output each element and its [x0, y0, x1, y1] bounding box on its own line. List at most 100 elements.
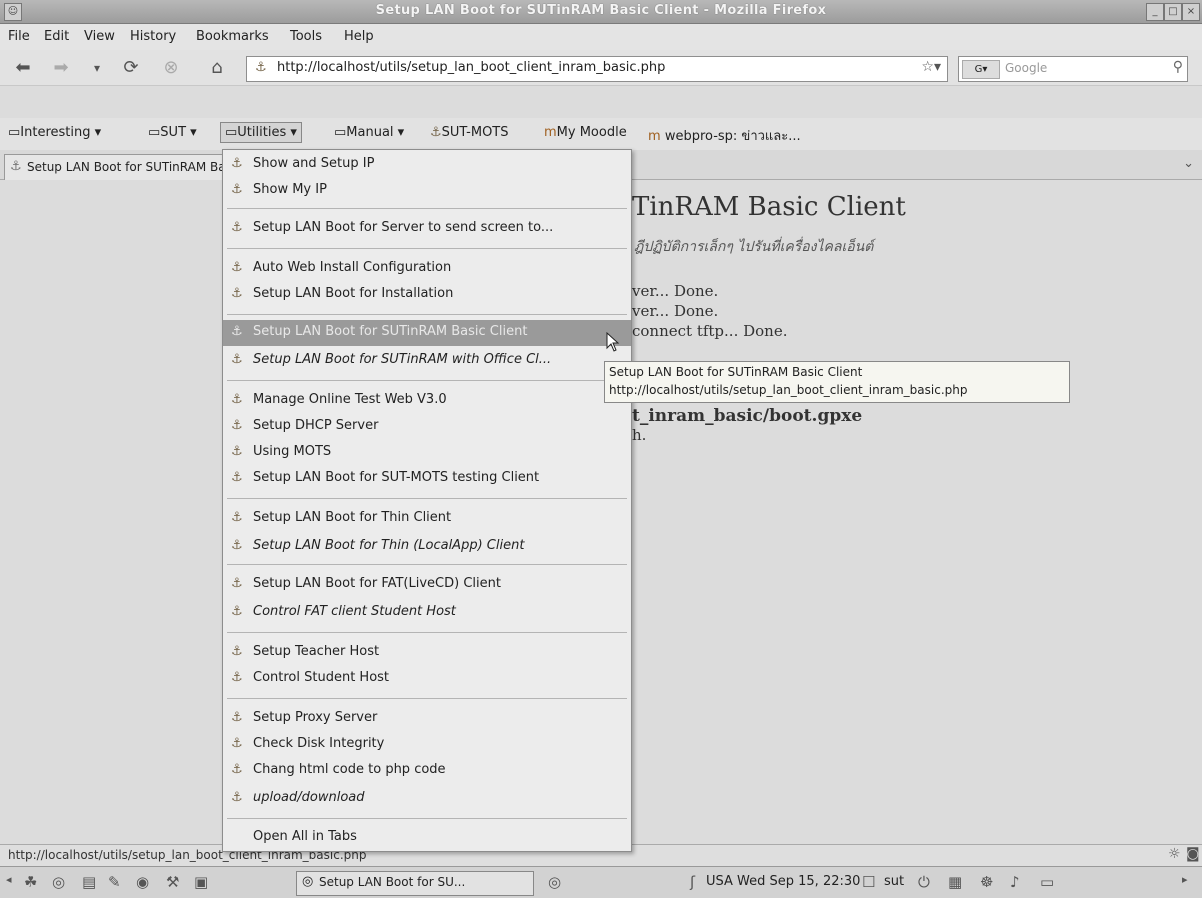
- menu-item-auto-web-install-configuration[interactable]: ⚓ Auto Web Install Configuration: [223, 256, 631, 282]
- menu-item-label: Setup Teacher Host: [253, 644, 380, 659]
- menu-item-upload-download[interactable]: ⚓ upload/download: [223, 786, 631, 812]
- menu-item-label: Setup Proxy Server: [253, 710, 378, 725]
- anchor-icon: ⚓: [231, 576, 243, 591]
- bookmark-label: webpro-sp: ข่าวและ...: [664, 129, 801, 144]
- bookmark-folder-interesting[interactable]: ▭Interesting ▾: [8, 125, 101, 140]
- site-icon: ⚓: [255, 60, 267, 75]
- battery-icon[interactable]: ▭: [1040, 873, 1054, 891]
- search-input[interactable]: Google: [1005, 61, 1047, 75]
- bookmark-star-icon[interactable]: ☆▾: [921, 59, 941, 75]
- terminal-icon[interactable]: ▣: [194, 873, 208, 891]
- status-line-5: h.: [632, 426, 647, 444]
- home-icon[interactable]: ⌂: [204, 56, 230, 80]
- menu-separator: [227, 698, 627, 699]
- menu-item-setup-lan-boot-thin-localapp[interactable]: ⚓ Setup LAN Boot for Thin (LocalApp) Clie…: [223, 534, 631, 560]
- menu-item-setup-lan-boot-sutinram-basic[interactable]: ⚓ Setup LAN Boot for SUTinRAM Basic Clien…: [223, 320, 631, 346]
- maximize-icon[interactable]: □: [1164, 3, 1182, 21]
- taskbar-window-label: Setup LAN Boot for SU...: [319, 875, 466, 889]
- taskbar-window-button[interactable]: ◎ Setup LAN Boot for SU...: [296, 871, 534, 896]
- addon-icon[interactable]: ☼: [1168, 846, 1181, 862]
- taskbar-scroll-left-icon[interactable]: ◂: [6, 873, 12, 886]
- utilities-dropdown-menu: ⚓ Show and Setup IP ⚓ Show My IP ⚓ Setup LA…: [222, 149, 632, 852]
- window-title-bar[interactable]: ☺ Setup LAN Boot for SUTinRAM Basic Clie…: [0, 0, 1202, 24]
- history-dropdown-icon[interactable]: ▾: [84, 56, 110, 80]
- menu-item-show-and-setup-ip[interactable]: ⚓ Show and Setup IP: [223, 152, 631, 178]
- minimize-icon[interactable]: _: [1146, 3, 1164, 21]
- bookmark-folder-manual[interactable]: ▭Manual ▾: [334, 125, 404, 140]
- workspace-icon[interactable]: ◎: [548, 873, 561, 891]
- taskbar-scroll-right-icon[interactable]: ▸: [1182, 873, 1188, 886]
- menu-item-manage-online-test-web[interactable]: ⚓ Manage Online Test Web V3.0: [223, 388, 631, 414]
- volume-icon[interactable]: ♪: [1010, 873, 1020, 891]
- menu-item-setup-proxy-server[interactable]: ⚓ Setup Proxy Server: [223, 706, 631, 732]
- menu-item-setup-lan-boot-sut-mots[interactable]: ⚓ Setup LAN Boot for SUT-MOTS testing Cli…: [223, 466, 631, 492]
- menu-file[interactable]: File: [8, 29, 30, 44]
- search-engine-icon[interactable]: G▾: [962, 60, 1000, 79]
- back-icon[interactable]: ⬅: [10, 56, 36, 80]
- bookmark-label: Interesting: [20, 125, 91, 140]
- page-heading: TinRAM Basic Client: [632, 192, 906, 222]
- anchor-icon: ⚓: [231, 670, 243, 685]
- menu-item-using-mots[interactable]: ⚓ Using MOTS: [223, 440, 631, 466]
- bookmark-webpro-sp[interactable]: m webpro-sp: ข่าวและ...: [648, 125, 801, 146]
- clock[interactable]: USA Wed Sep 15, 22:30: [706, 874, 860, 889]
- checkbox-icon[interactable]: ☐: [862, 873, 875, 891]
- tab-current[interactable]: ⚓ Setup LAN Boot for SUTinRAM Basic Clie…: [4, 154, 228, 181]
- menu-item-control-fat-client-student[interactable]: ⚓ Control FAT client Student Host: [223, 600, 631, 626]
- tab-list-icon[interactable]: ⌄: [1183, 156, 1194, 171]
- menu-item-open-all-in-tabs[interactable]: Open All in Tabs: [223, 825, 631, 851]
- anchor-icon: ⚓: [231, 644, 243, 659]
- menu-item-setup-lan-boot-sutinram-office[interactable]: ⚓ Setup LAN Boot for SUTinRAM with Office…: [223, 348, 631, 374]
- menu-item-label: Using MOTS: [253, 444, 332, 459]
- menu-item-control-student-host[interactable]: ⚓ Control Student Host: [223, 666, 631, 692]
- forward-icon[interactable]: ➡: [48, 56, 74, 80]
- anchor-icon: ⚓: [231, 736, 243, 751]
- editor-icon[interactable]: ✎: [108, 873, 121, 891]
- menu-item-label: Manage Online Test Web V3.0: [253, 392, 447, 407]
- menu-item-setup-dhcp-server[interactable]: ⚓ Setup DHCP Server: [223, 414, 631, 440]
- search-box[interactable]: G▾ Google ⚲: [958, 56, 1188, 82]
- network-icon[interactable]: ◉: [136, 873, 149, 891]
- menu-item-setup-lan-boot-server-screen[interactable]: ⚓ Setup LAN Boot for Server to send scree…: [223, 216, 631, 242]
- menu-tools[interactable]: Tools: [290, 29, 322, 44]
- menu-item-label: Setup LAN Boot for Server to send screen…: [253, 220, 554, 235]
- camera-icon[interactable]: ◙: [1186, 846, 1200, 862]
- tools-icon[interactable]: ⚒: [166, 873, 179, 891]
- accessibility-icon[interactable]: ☸: [980, 873, 993, 891]
- menu-item-label: Check Disk Integrity: [253, 736, 385, 751]
- close-icon[interactable]: ×: [1182, 3, 1200, 21]
- power-icon[interactable]: ⏻: [918, 873, 930, 891]
- navigation-toolbar: ⬅ ➡ ▾ ⟳ ⊗ ⌂ ⚓ http://localhost/utils/set…: [0, 50, 1202, 86]
- menu-item-check-disk-integrity[interactable]: ⚓ Check Disk Integrity: [223, 732, 631, 758]
- reload-icon[interactable]: ⟳: [118, 56, 144, 80]
- page-subheading: ฎีปฏิบัติการเล็กๆ ไปรันที่เครื่องไคลเอ็น…: [634, 239, 874, 255]
- anchor-icon: ⚓: [231, 286, 243, 301]
- menu-history[interactable]: History: [130, 29, 176, 44]
- monitor-icon[interactable]: ▦: [948, 873, 962, 891]
- browser-launcher-icon[interactable]: ◎: [52, 873, 65, 891]
- bookmark-folder-utilities[interactable]: ▭Utilities ▾: [220, 122, 302, 143]
- user-name[interactable]: sut: [884, 874, 904, 889]
- keyboard-layout-icon[interactable]: ʃ: [690, 873, 695, 891]
- menu-item-setup-teacher-host[interactable]: ⚓ Setup Teacher Host: [223, 640, 631, 666]
- menu-item-setup-lan-boot-thin-client[interactable]: ⚓ Setup LAN Boot for Thin Client: [223, 506, 631, 532]
- menu-item-chang-html-to-php[interactable]: ⚓ Chang html code to php code: [223, 758, 631, 784]
- menu-bookmarks[interactable]: Bookmarks: [196, 29, 269, 44]
- address-bar[interactable]: ⚓ http://localhost/utils/setup_lan_boot_…: [246, 56, 948, 82]
- launcher-icon[interactable]: ☘: [24, 873, 37, 891]
- bookmark-folder-sut[interactable]: ▭SUT ▾: [148, 125, 197, 140]
- mouse-cursor-icon: [606, 332, 620, 352]
- menu-item-setup-lan-boot-installation[interactable]: ⚓ Setup LAN Boot for Installation: [223, 282, 631, 308]
- stop-icon[interactable]: ⊗: [158, 56, 184, 80]
- menu-edit[interactable]: Edit: [44, 29, 69, 44]
- menu-separator: [227, 498, 627, 499]
- search-icon[interactable]: ⚲: [1173, 59, 1183, 75]
- anchor-icon: ⚓: [231, 182, 243, 197]
- bookmark-sut-mots[interactable]: ⚓SUT-MOTS: [430, 125, 509, 140]
- bookmark-my-moodle[interactable]: mMy Moodle: [544, 125, 627, 140]
- menu-item-show-my-ip[interactable]: ⚓ Show My IP: [223, 178, 631, 204]
- menu-item-setup-lan-boot-fat-livecd[interactable]: ⚓ Setup LAN Boot for FAT(LiveCD) Client: [223, 572, 631, 598]
- menu-view[interactable]: View: [84, 29, 115, 44]
- menu-help[interactable]: Help: [344, 29, 374, 44]
- file-manager-icon[interactable]: ▤: [82, 873, 96, 891]
